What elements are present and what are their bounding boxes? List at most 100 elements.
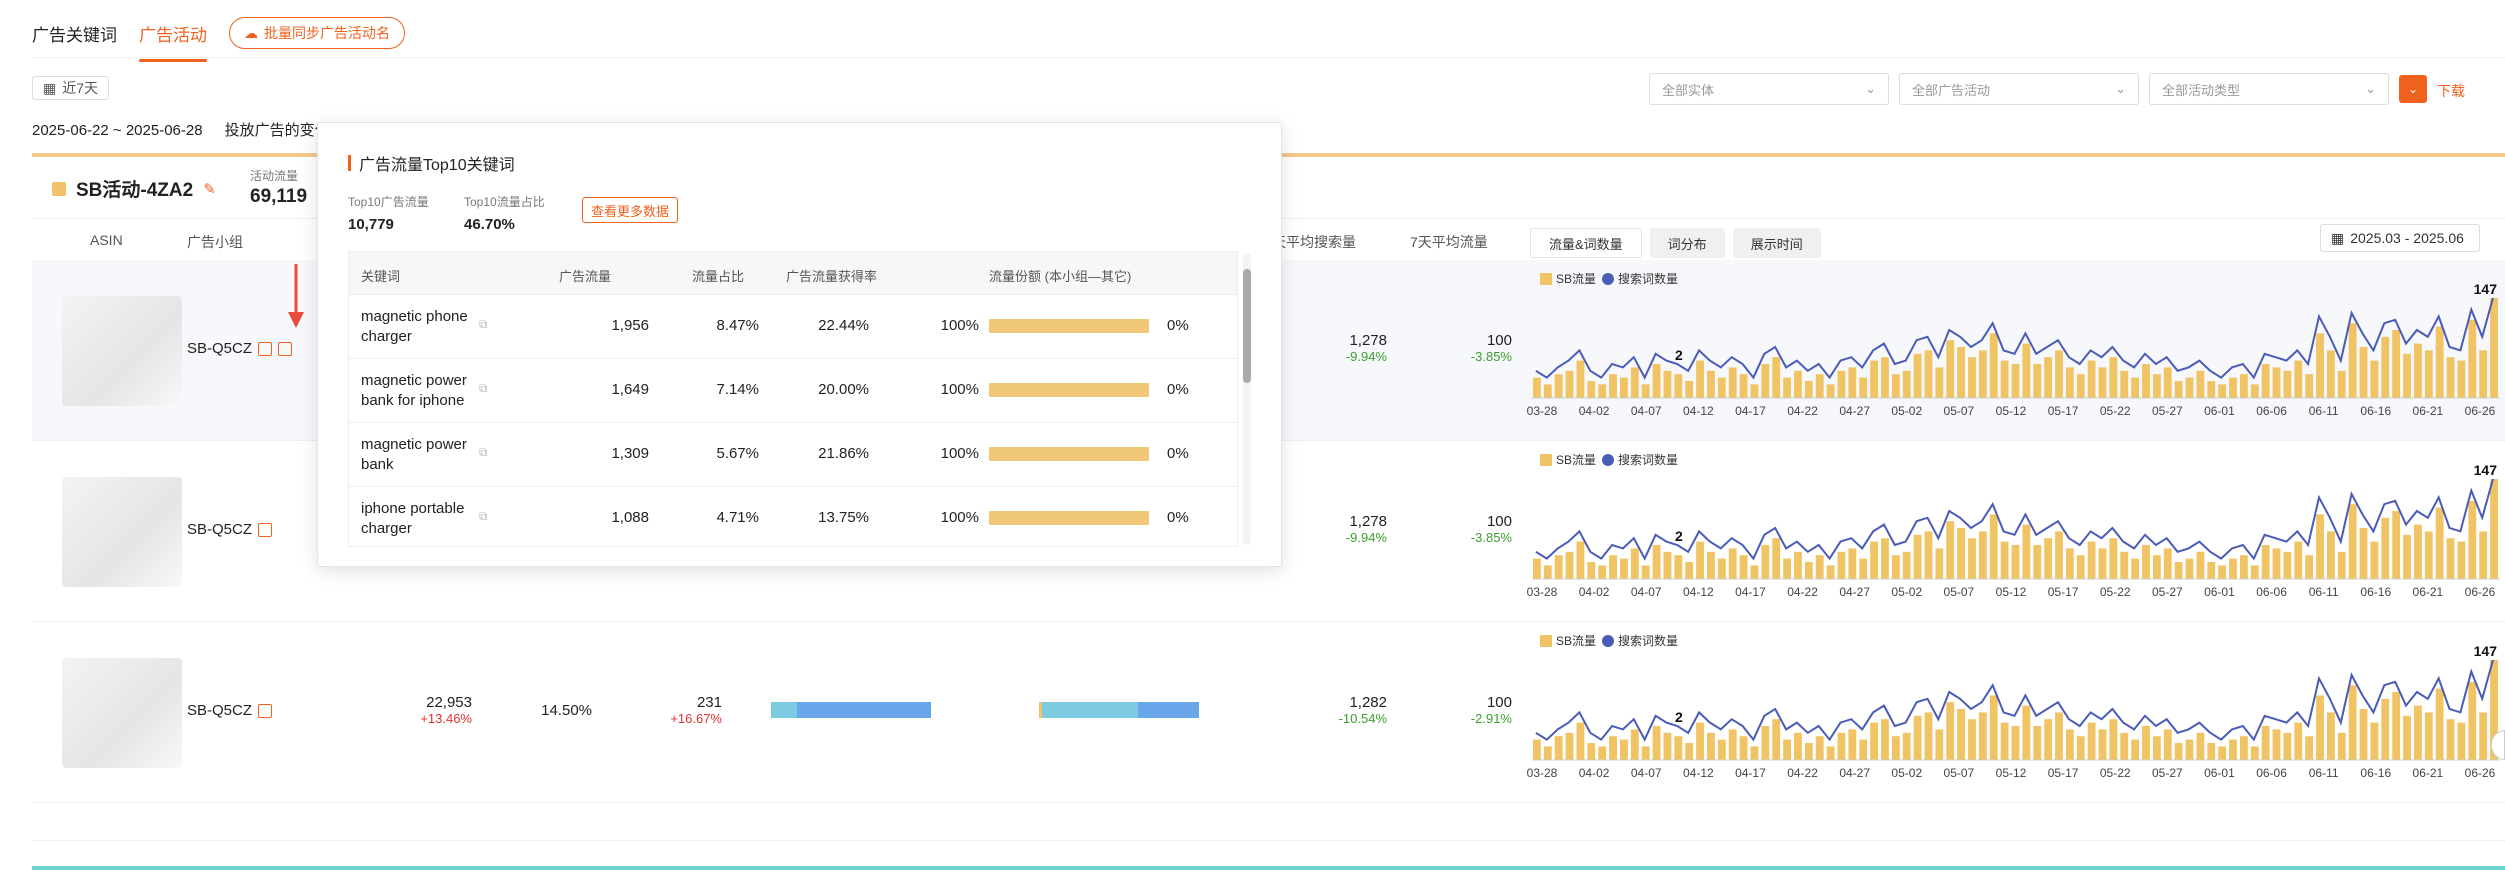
campaign-select[interactable]: 全部广告活动 ⌄ (1899, 73, 2139, 105)
jump-icon[interactable] (258, 342, 273, 357)
keyword-traffic: 1,956 (611, 317, 649, 334)
view-more-button[interactable]: 查看更多数据 (582, 197, 679, 223)
chart-tab-display-time[interactable]: 展示时间 (1732, 228, 1821, 258)
bar (1761, 545, 1770, 579)
keyword-row[interactable]: iphone portable charger ⧉ 1,088 4.71% 13… (349, 486, 1237, 546)
bar (1794, 732, 1802, 760)
bar (1859, 558, 1868, 579)
avg-search-value: 1,282 (1349, 694, 1387, 711)
bar (1881, 538, 1889, 579)
share-bar-part-a (771, 702, 797, 718)
bar (2055, 350, 2063, 398)
bar (1576, 722, 1585, 760)
bar (1598, 746, 1607, 760)
bar (1717, 377, 1726, 398)
bar (2022, 343, 2031, 398)
tab-ad-campaigns[interactable]: 广告活动 (139, 17, 207, 62)
x-tick-label: 05-17 (2048, 766, 2079, 780)
x-tick-label: 04-02 (1579, 585, 1610, 599)
bar (2359, 528, 2368, 579)
chevron-down-icon: ⌄ (2365, 81, 2376, 96)
date-range-value: 2025-06-22 ~ 2025-06-28 (32, 122, 203, 139)
jump-icon[interactable] (258, 523, 273, 538)
entity-select[interactable]: 全部实体 ⌄ (1649, 73, 1889, 105)
campaign-color-swatch (52, 181, 66, 196)
keyword-count-cell: 231 +16.67% (612, 694, 722, 726)
bar (1685, 743, 1694, 760)
bar (2218, 746, 2227, 760)
campaign-type-select-value: 全部活动类型 (2162, 82, 2241, 98)
jump-icon[interactable] (258, 704, 273, 719)
bar (2316, 514, 2324, 579)
bar (1620, 377, 1628, 398)
x-tick-label: 04-02 (1579, 766, 1610, 780)
chart-legend: SB流量 搜索词数量 (1540, 633, 1678, 648)
popup-scrollbar[interactable] (1243, 253, 1251, 545)
tab-ad-keywords[interactable]: 广告关键词 (32, 17, 117, 50)
date-range-pill[interactable]: ▦ 近7天 (32, 76, 110, 100)
bar (1565, 732, 1574, 760)
ad-group-name: SB-Q5CZ (187, 340, 253, 357)
bar (2283, 551, 2292, 579)
download-dropdown-button[interactable]: ⌄ (2399, 75, 2427, 103)
bar (2152, 374, 2161, 398)
x-tick-label: 04-27 (1839, 766, 1870, 780)
bar (1815, 374, 1824, 398)
copy-icon[interactable]: ⧉ (479, 317, 488, 332)
bar (1968, 538, 1976, 579)
keyword-traffic: 1,649 (611, 381, 649, 398)
legend-swatch-bar (1540, 635, 1552, 647)
bar (1826, 384, 1835, 398)
avg-search-cell: 1,278 -9.94% (1277, 513, 1387, 545)
bar (1587, 381, 1596, 398)
keyword-row[interactable]: magnetic phone charger ⧉ 1,956 8.47% 22.… (349, 294, 1237, 358)
bar (2163, 367, 2172, 398)
bar (2468, 681, 2477, 760)
bar (1804, 381, 1813, 398)
bar (1957, 347, 1966, 398)
bar (1783, 558, 1791, 579)
own-share: 100% (940, 381, 979, 398)
product-thumbnail (62, 658, 182, 768)
x-tick-label: 06-01 (2204, 404, 2235, 418)
bar (1630, 548, 1639, 579)
bar (2359, 709, 2368, 760)
bar (1837, 732, 1846, 760)
x-tick-label: 05-22 (2100, 766, 2131, 780)
search-detail-icon[interactable] (278, 342, 293, 357)
chart-tab-word-dist[interactable]: 词分布 (1649, 228, 1725, 258)
download-label[interactable]: 下载 (2437, 81, 2465, 105)
calendar-icon: ▦ (43, 79, 57, 96)
copy-icon[interactable]: ⧉ (479, 445, 488, 460)
divider (32, 840, 2505, 841)
x-tick-label: 05-07 (1944, 404, 1975, 418)
keyword-row[interactable]: magnetic power bank for iphone ⧉ 1,649 7… (349, 358, 1237, 422)
bar (2250, 384, 2259, 398)
scroll-thumb[interactable] (1243, 269, 1251, 383)
bar (1554, 736, 1563, 760)
avg-traffic-change: -3.85% (1470, 530, 1512, 545)
x-tick-label: 05-12 (1996, 585, 2027, 599)
next-campaign-band (32, 866, 2505, 870)
chart-tab-traffic[interactable]: 流量&词数量 (1530, 228, 1642, 258)
keyword-traffic: 1,309 (611, 445, 649, 462)
campaign-title: SB活动-4ZA2 ✎ (52, 175, 216, 202)
copy-icon[interactable]: ⧉ (479, 509, 488, 524)
bar (1543, 384, 1552, 398)
bar (2098, 367, 2107, 398)
campaign-name: SB活动-4ZA2 (76, 180, 194, 201)
bar (2294, 541, 2303, 579)
campaign-type-select[interactable]: 全部活动类型 ⌄ (2149, 73, 2389, 105)
avg-search-value: 1,278 (1349, 513, 1387, 530)
keyword-count-value: 231 (696, 694, 722, 711)
copy-icon[interactable]: ⧉ (479, 381, 488, 396)
keyword-row[interactable]: magnetic power bank ⧉ 1,309 5.67% 21.86%… (349, 422, 1237, 486)
bar (2109, 357, 2118, 398)
batch-sync-button[interactable]: ☁ 批量同步广告活动名 (229, 17, 405, 49)
edit-icon[interactable]: ✎ (203, 180, 216, 198)
bar (2033, 726, 2042, 760)
traffic-ratio-cell: 14.50% (541, 702, 592, 719)
x-tick-label: 04-17 (1735, 585, 1766, 599)
chart-date-picker[interactable]: ▦ 2025.03 - 2025.06 (2320, 224, 2480, 252)
other-share: 0% (1167, 381, 1189, 398)
